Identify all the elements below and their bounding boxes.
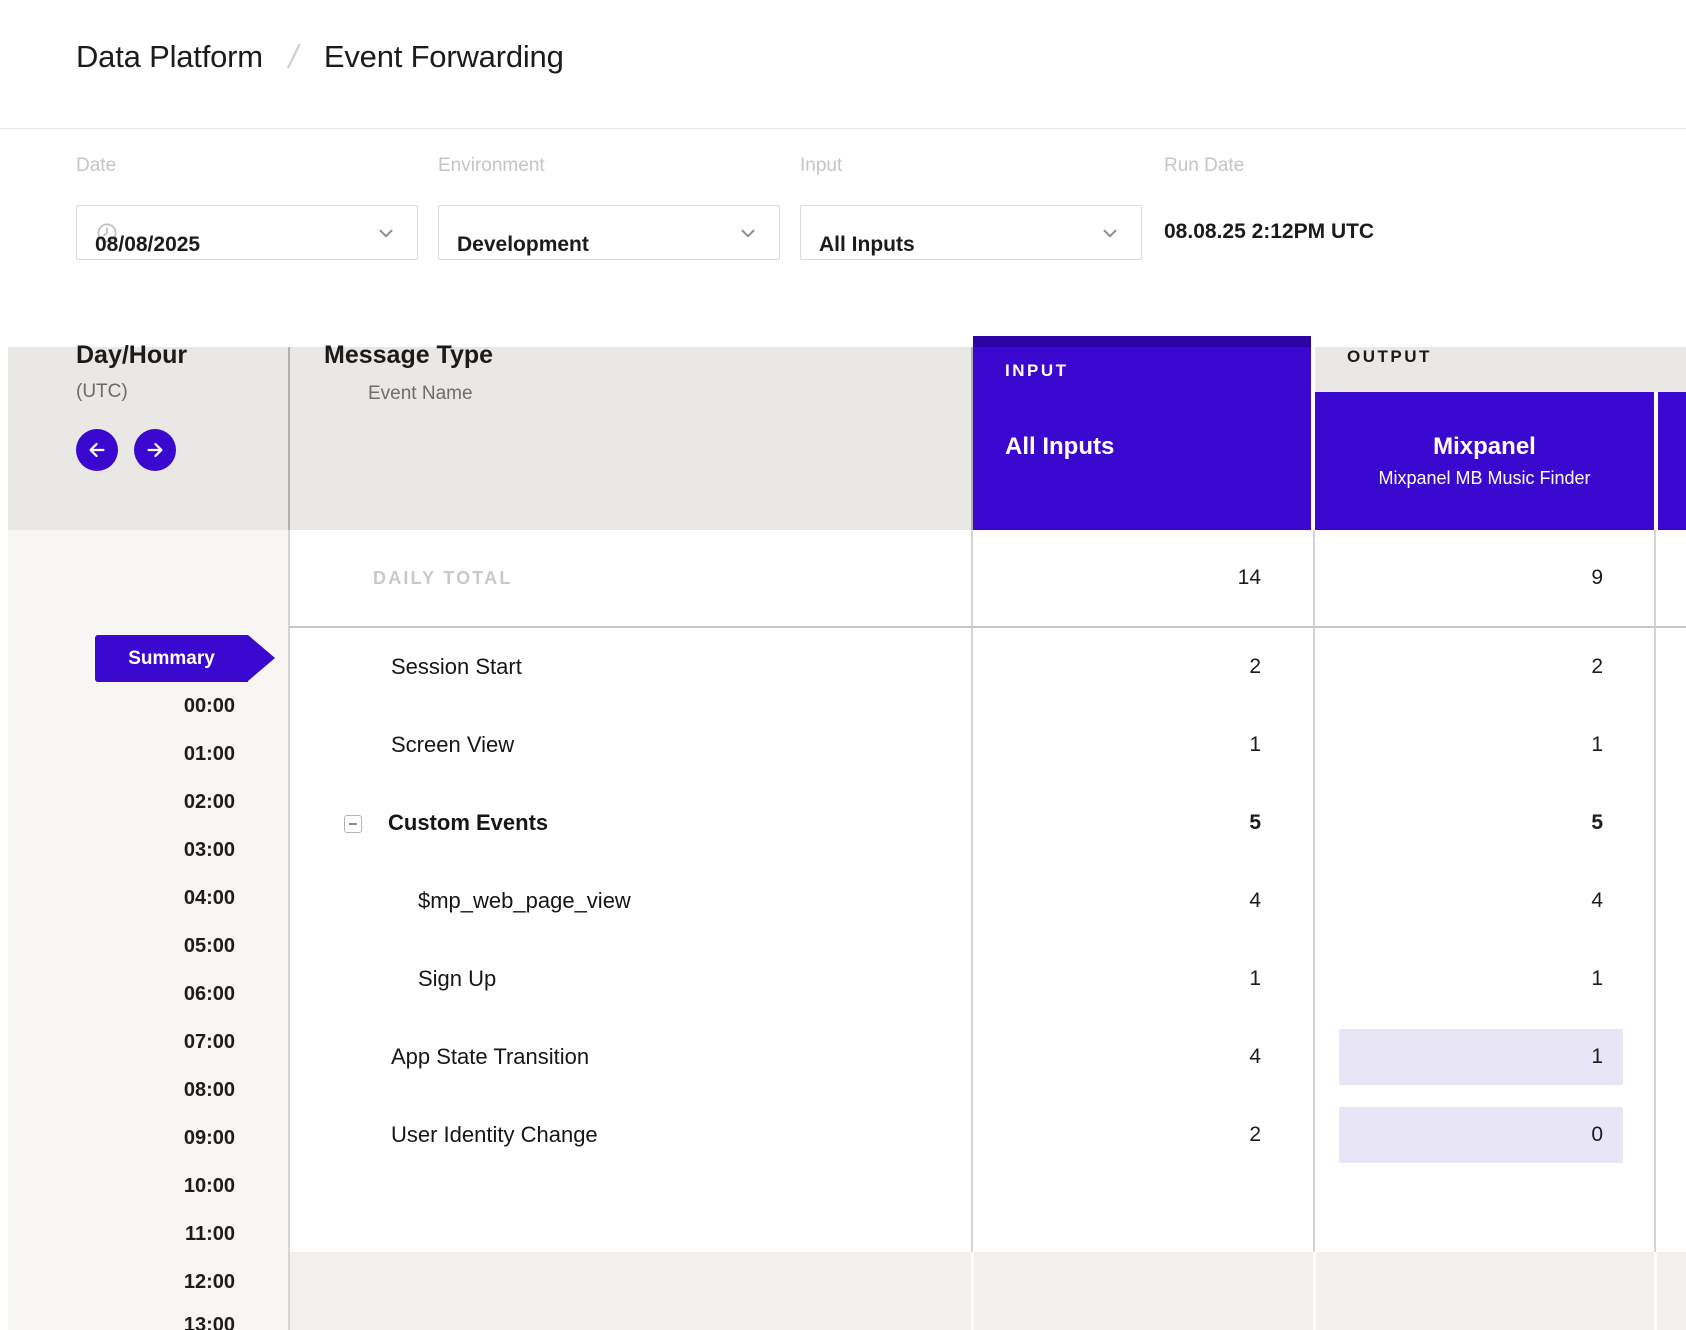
event-name: $mp_web_page_view <box>289 862 631 940</box>
run-date-value: 08.08.25 2:12PM UTC <box>1164 220 1374 244</box>
table-footer-band <box>290 1252 1686 1330</box>
input-count: 4 <box>1249 1018 1261 1096</box>
daily-total-input-value: 14 <box>1238 530 1261 626</box>
hour-label[interactable]: 04:00 <box>0 887 235 910</box>
hour-label[interactable]: 11:00 <box>0 1223 235 1246</box>
output-count: 4 <box>1591 862 1603 940</box>
column-divider <box>1654 1252 1657 1330</box>
mixpanel-column-header[interactable]: Mixpanel Mixpanel MB Music Finder <box>1315 392 1654 530</box>
day-hour-title: Day/Hour <box>76 341 187 370</box>
all-inputs-column-header[interactable]: INPUT All Inputs <box>973 336 1311 530</box>
breadcrumb-section[interactable]: Data Platform <box>76 39 263 75</box>
input-select[interactable]: All Inputs <box>800 205 1142 260</box>
input-count: 1 <box>1249 940 1261 1018</box>
message-type-subtitle: Event Name <box>368 383 473 405</box>
output-count: 5 <box>1591 784 1603 862</box>
environment-filter-label: Environment <box>438 155 545 177</box>
table-row: Screen View 1 1 <box>289 706 1686 784</box>
input-count: 2 <box>1249 628 1261 706</box>
column-divider <box>288 347 290 530</box>
flag-tip <box>248 635 275 681</box>
event-name: Session Start <box>289 628 522 706</box>
table-row: Sign Up 1 1 <box>289 940 1686 1018</box>
arrow-right-icon <box>144 439 166 461</box>
day-navigation <box>76 429 176 471</box>
output-count: 1 <box>1591 1018 1603 1096</box>
column-divider <box>1313 1252 1316 1330</box>
input-count: 1 <box>1249 706 1261 784</box>
highlighted-output-cell[interactable] <box>1339 1107 1623 1163</box>
hour-label[interactable]: 06:00 <box>0 983 235 1006</box>
input-value: All Inputs <box>819 206 915 284</box>
input-filter-label: Input <box>800 155 842 177</box>
next-day-button[interactable] <box>134 429 176 471</box>
event-name: Custom Events <box>289 784 548 862</box>
event-name: Sign Up <box>289 940 496 1018</box>
hour-label[interactable]: 08:00 <box>0 1079 235 1102</box>
chevron-down-icon <box>1099 222 1121 244</box>
table-row: Session Start 2 2 <box>289 628 1686 706</box>
environment-select[interactable]: Development <box>438 205 780 260</box>
hour-label[interactable]: 03:00 <box>0 839 235 862</box>
hour-label[interactable]: 07:00 <box>0 1031 235 1054</box>
table-row: App State Transition 4 1 <box>289 1018 1686 1096</box>
message-type-title: Message Type <box>324 341 493 370</box>
page-title: Event Forwarding <box>324 39 564 75</box>
event-name: Screen View <box>289 706 514 784</box>
summary-flag[interactable]: Summary <box>95 635 275 682</box>
event-name: User Identity Change <box>289 1096 598 1174</box>
mixpanel-column-subtitle: Mixpanel MB Music Finder <box>1378 468 1590 489</box>
date-filter-label: Date <box>76 155 116 177</box>
hour-label[interactable]: 01:00 <box>0 743 235 766</box>
input-count: 4 <box>1249 862 1261 940</box>
daily-total-row: DAILY TOTAL 14 9 <box>289 530 1686 628</box>
date-select[interactable]: 08/08/2025 <box>76 205 418 260</box>
top-bar: Data Platform / Event Forwarding <box>0 0 1686 129</box>
next-output-column-header <box>1658 392 1686 530</box>
output-count: 0 <box>1591 1096 1603 1174</box>
table-row: Custom Events 5 5 <box>289 784 1686 862</box>
environment-value: Development <box>457 206 589 284</box>
output-count: 1 <box>1591 940 1603 1018</box>
mixpanel-column-title: Mixpanel <box>1433 433 1536 461</box>
table-row: User Identity Change 2 0 <box>289 1096 1686 1174</box>
input-count: 2 <box>1249 1096 1261 1174</box>
output-count: 2 <box>1591 628 1603 706</box>
date-value: 08/08/2025 <box>95 206 200 284</box>
arrow-left-icon <box>86 439 108 461</box>
summary-label: Summary <box>95 635 248 682</box>
hour-label[interactable]: 10:00 <box>0 1175 235 1198</box>
prev-day-button[interactable] <box>76 429 118 471</box>
output-count: 1 <box>1591 706 1603 784</box>
output-group-label: OUTPUT <box>1347 347 1432 367</box>
all-inputs-column-title: All Inputs <box>1005 433 1311 461</box>
run-date-label: Run Date <box>1164 155 1244 177</box>
breadcrumb: Data Platform / Event Forwarding <box>76 38 564 76</box>
input-count: 5 <box>1249 784 1261 862</box>
chevron-down-icon <box>375 222 397 244</box>
highlighted-output-cell[interactable] <box>1339 1029 1623 1085</box>
hour-label[interactable]: 09:00 <box>0 1127 235 1150</box>
event-name: App State Transition <box>289 1018 589 1096</box>
input-group-label: INPUT <box>1005 361 1311 381</box>
hour-label[interactable]: 13:00 <box>0 1314 235 1330</box>
hour-label[interactable]: 12:00 <box>0 1271 235 1294</box>
hour-label[interactable]: 02:00 <box>0 791 235 814</box>
chevron-down-icon <box>737 222 759 244</box>
breadcrumb-separator: / <box>285 38 302 76</box>
table-row: $mp_web_page_view 4 4 <box>289 862 1686 940</box>
hour-label[interactable]: 05:00 <box>0 935 235 958</box>
daily-total-output-value: 9 <box>1591 530 1603 626</box>
event-forwarding-page: Data Platform / Event Forwarding Date 08… <box>0 0 1686 1330</box>
hour-label[interactable]: 00:00 <box>0 695 235 718</box>
column-divider <box>971 1252 974 1330</box>
daily-total-label: DAILY TOTAL <box>373 530 513 626</box>
day-hour-subtitle: (UTC) <box>76 381 128 403</box>
